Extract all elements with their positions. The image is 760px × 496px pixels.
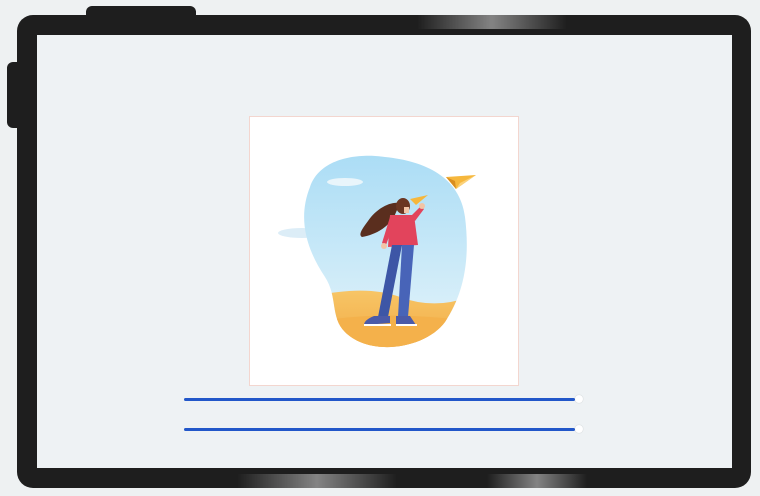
slider-track bbox=[184, 428, 575, 431]
slider-track bbox=[184, 398, 575, 401]
slider-2[interactable] bbox=[184, 424, 583, 434]
slider-thumb[interactable] bbox=[575, 395, 583, 403]
woman-with-paper-plane-illustration bbox=[278, 155, 476, 348]
slider-1[interactable] bbox=[184, 394, 583, 404]
frame-highlight bbox=[417, 15, 567, 29]
frame-highlight bbox=[237, 474, 397, 488]
frame-highlight bbox=[487, 474, 587, 488]
illustration-image bbox=[249, 116, 519, 386]
slider-thumb[interactable] bbox=[575, 425, 583, 433]
device-screen bbox=[37, 35, 732, 468]
